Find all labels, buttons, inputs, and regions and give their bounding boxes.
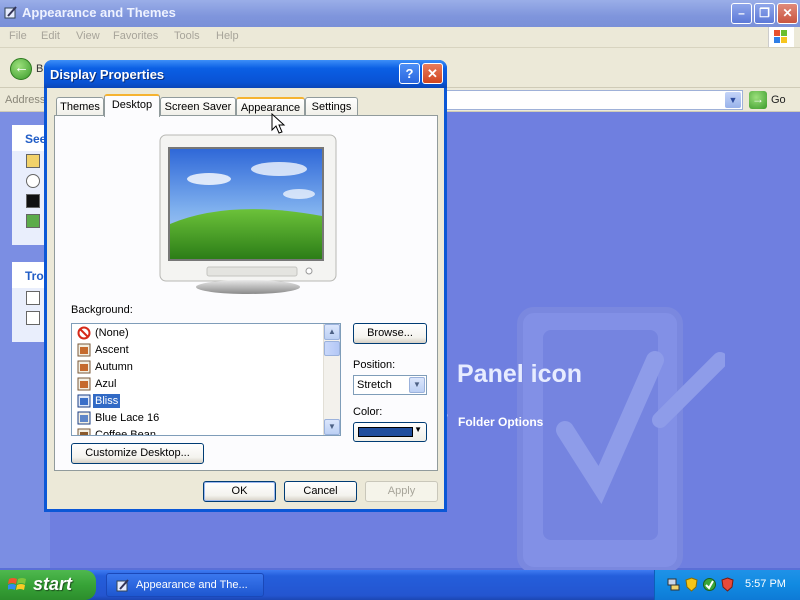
list-item[interactable]: Autumn bbox=[77, 359, 317, 376]
wallpaper-icon bbox=[77, 428, 91, 435]
explorer-title: Appearance and Themes bbox=[22, 5, 176, 20]
menu-bar: File Edit View Favorites Tools Help bbox=[0, 27, 800, 48]
list-item-label: Coffee Bean bbox=[95, 429, 156, 436]
list-item-label: Blue Lace 16 bbox=[95, 412, 160, 424]
folder-options-link[interactable]: Folder Options bbox=[458, 415, 543, 429]
list-item-label: Ascent bbox=[95, 344, 129, 356]
list-item-label: Autumn bbox=[95, 361, 133, 373]
display-properties-dialog: Display Properties ? ✕ Themes Desktop Sc… bbox=[44, 60, 447, 512]
chevron-down-icon[interactable]: ▼ bbox=[725, 92, 741, 108]
vertical-scrollbar[interactable]: ▲ ▼ bbox=[323, 324, 340, 435]
position-select[interactable]: Stretch ▼ bbox=[353, 375, 427, 395]
color-swatch bbox=[358, 427, 413, 437]
control-panel-icon bbox=[116, 579, 129, 592]
chevron-down-icon[interactable]: ▼ bbox=[409, 377, 425, 393]
menu-tools[interactable]: Tools bbox=[174, 30, 200, 42]
tab-themes[interactable]: Themes bbox=[56, 97, 104, 116]
wallpaper-icon bbox=[77, 411, 91, 425]
position-label: Position: bbox=[353, 359, 396, 371]
dialog-close-button[interactable]: ✕ bbox=[422, 63, 443, 84]
mouse-pointer-icon bbox=[26, 174, 40, 188]
list-item[interactable]: Azul bbox=[77, 376, 317, 393]
cancel-button[interactable]: Cancel bbox=[284, 481, 357, 502]
list-item[interactable]: Ascent bbox=[77, 342, 317, 359]
wallpaper-icon bbox=[77, 377, 91, 391]
go-arrow-icon[interactable]: → bbox=[749, 91, 767, 109]
taskbar-item-appearance[interactable]: Appearance and The... bbox=[106, 573, 264, 597]
address-label: Address bbox=[5, 94, 46, 106]
fonts-icon bbox=[26, 154, 40, 168]
system-tray: 5:57 PM bbox=[654, 570, 800, 600]
maximize-button[interactable]: ❐ bbox=[754, 3, 775, 24]
list-item-label: Bliss bbox=[93, 394, 121, 408]
security-shield-icon[interactable] bbox=[684, 577, 699, 592]
chevron-down-icon: ▼ bbox=[414, 425, 422, 434]
taskbar: start Appearance and The... 5:57 PM bbox=[0, 570, 800, 600]
list-item-label: Azul bbox=[95, 378, 117, 390]
update-icon[interactable] bbox=[702, 577, 717, 592]
dialog-titlebar[interactable]: Display Properties ? ✕ bbox=[44, 60, 447, 88]
explorer-titlebar[interactable]: Appearance and Themes – ❐ ✕ bbox=[0, 0, 800, 27]
back-label[interactable]: B bbox=[36, 63, 43, 75]
list-item-selected[interactable]: Bliss bbox=[77, 393, 317, 410]
dialog-title: Display Properties bbox=[50, 67, 165, 82]
browse-button[interactable]: Browse... bbox=[353, 323, 427, 344]
pane-heading: Panel icon bbox=[457, 360, 583, 388]
wallpaper-icon bbox=[77, 360, 91, 374]
list-item-label: (None) bbox=[95, 327, 129, 339]
dialog-body: Themes Desktop Screen Saver Appearance S… bbox=[47, 88, 444, 509]
none-icon bbox=[77, 326, 91, 340]
tab-screen-saver[interactable]: Screen Saver bbox=[160, 97, 236, 116]
monitor-preview bbox=[159, 134, 337, 294]
start-label: start bbox=[33, 574, 73, 594]
wallpaper-icon bbox=[77, 394, 91, 408]
help-button[interactable]: ? bbox=[399, 63, 420, 84]
list-item[interactable]: (None) bbox=[77, 325, 317, 342]
desktop-tab-page: Background: (None) Ascent Autumn Azul Bl… bbox=[54, 115, 438, 471]
background-label: Background: bbox=[71, 304, 133, 316]
menu-help[interactable]: Help bbox=[216, 30, 239, 42]
control-panel-icon bbox=[4, 6, 17, 19]
windows-flag-icon bbox=[8, 578, 26, 590]
menu-view[interactable]: View bbox=[76, 30, 100, 42]
menu-file[interactable]: File bbox=[9, 30, 27, 42]
help-icon bbox=[26, 311, 40, 325]
address-input[interactable]: ▼ bbox=[440, 90, 743, 110]
scroll-down-icon[interactable]: ▼ bbox=[324, 419, 340, 435]
menu-favorites[interactable]: Favorites bbox=[113, 30, 158, 42]
mouse-cursor-icon bbox=[271, 113, 286, 134]
background-listbox[interactable]: (None) Ascent Autumn Azul Bliss Blue Lac… bbox=[71, 323, 341, 436]
go-button[interactable]: Go bbox=[771, 94, 786, 106]
apply-button[interactable]: Apply bbox=[365, 481, 438, 502]
minimize-button[interactable]: – bbox=[731, 3, 752, 24]
menu-edit[interactable]: Edit bbox=[41, 30, 60, 42]
help-icon bbox=[26, 291, 40, 305]
scroll-thumb[interactable] bbox=[324, 341, 340, 356]
ok-button[interactable]: OK bbox=[203, 481, 276, 502]
position-value: Stretch bbox=[357, 379, 392, 391]
scroll-up-icon[interactable]: ▲ bbox=[324, 324, 340, 340]
tab-settings[interactable]: Settings bbox=[305, 97, 358, 116]
contrast-icon bbox=[26, 194, 40, 208]
alert-shield-icon[interactable] bbox=[720, 577, 735, 592]
clock[interactable]: 5:57 PM bbox=[745, 578, 786, 590]
control-panel-watermark-icon bbox=[517, 307, 725, 573]
color-label: Color: bbox=[353, 406, 383, 418]
customize-desktop-button[interactable]: Customize Desktop... bbox=[71, 443, 204, 464]
list-item[interactable]: Coffee Bean bbox=[77, 427, 317, 436]
tab-desktop[interactable]: Desktop bbox=[104, 94, 160, 117]
color-picker-button[interactable]: ▼ bbox=[353, 422, 427, 442]
taskbar-item-label: Appearance and The... bbox=[136, 579, 248, 591]
windows-logo-icon bbox=[768, 27, 794, 47]
close-button[interactable]: ✕ bbox=[777, 3, 798, 24]
network-icon[interactable] bbox=[666, 577, 681, 592]
wallpaper-icon bbox=[77, 343, 91, 357]
start-button[interactable]: start bbox=[0, 570, 96, 600]
picture-icon bbox=[26, 214, 40, 228]
back-arrow-icon[interactable] bbox=[10, 58, 32, 80]
list-item[interactable]: Blue Lace 16 bbox=[77, 410, 317, 427]
